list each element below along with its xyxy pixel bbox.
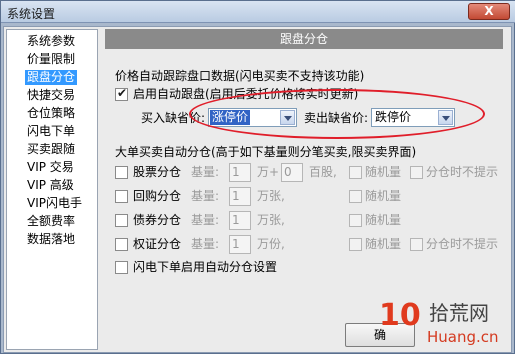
settings-nav: 系统参数 价量限制 跟盘分仓 快捷交易 仓位策略 闪电下单 买卖跟随 VIP 交… xyxy=(6,29,98,350)
watermark-en: Huang.cn xyxy=(427,328,499,346)
sell-default-price-select[interactable]: 跌停价 xyxy=(371,108,455,127)
repo-base-input[interactable]: 1 xyxy=(229,187,251,206)
stock-base-input[interactable]: 1 xyxy=(229,163,251,182)
warrant-split-checkbox[interactable] xyxy=(115,238,128,251)
nav-item-follow-split[interactable]: 跟盘分仓 xyxy=(25,70,78,85)
lightning-split-label: 闪电下单启用自动分仓设置 xyxy=(133,260,278,274)
bond-split-label: 债券分仓 xyxy=(133,213,182,227)
bond-random-label: 随机量 xyxy=(365,213,402,227)
repo-base-unit: 万张, xyxy=(257,189,285,203)
stock-split-checkbox[interactable] xyxy=(115,166,128,179)
warrant-no-prompt-label: 分仓时不提示 xyxy=(426,237,499,251)
stock-no-prompt-checkbox[interactable] xyxy=(410,166,423,179)
enable-auto-follow-label: 启用自动跟盘(启用后委托价格将实时更新) xyxy=(133,87,359,101)
repo-random-checkbox[interactable] xyxy=(349,190,362,203)
repo-base-label: 基量: xyxy=(191,189,220,203)
settings-window: 系统设置 X 系统参数 价量限制 跟盘分仓 快捷交易 仓位策略 闪电下单 买卖跟… xyxy=(0,0,515,354)
chevron-down-icon[interactable] xyxy=(438,110,453,125)
enable-auto-follow-checkbox[interactable] xyxy=(115,86,128,101)
warrant-base-unit: 万份, xyxy=(257,237,285,251)
nav-item-full-fee-rate[interactable]: 全额费率 xyxy=(25,214,77,229)
chevron-down-icon[interactable] xyxy=(280,110,295,125)
stock-split-label: 股票分仓 xyxy=(133,165,182,179)
stock-random-label: 随机量 xyxy=(365,165,402,179)
bond-base-input[interactable]: 1 xyxy=(229,211,251,230)
buy-default-price-label: 买入缺省价: xyxy=(141,111,206,125)
nav-item-position-strategy[interactable]: 仓位策略 xyxy=(25,106,77,121)
bond-split-checkbox[interactable] xyxy=(115,214,128,227)
repo-split-label: 回购分仓 xyxy=(133,189,182,203)
buy-default-price-select[interactable]: 涨停价 xyxy=(208,108,297,127)
sell-default-price-value: 跌停价 xyxy=(375,110,412,124)
buy-default-price-value: 涨停价 xyxy=(210,110,251,125)
warrant-random-label: 随机量 xyxy=(365,237,402,251)
watermark-cn: 拾荒网 xyxy=(429,301,489,325)
nav-item-data-storage[interactable]: 数据落地 xyxy=(25,232,77,247)
bond-base-label: 基量: xyxy=(191,213,220,227)
stock-extra-unit: 百股, xyxy=(309,165,337,179)
bond-base-unit: 万张, xyxy=(257,213,285,227)
nav-item-trade-follow[interactable]: 买卖跟随 xyxy=(25,142,77,157)
sell-default-price-label: 卖出缺省价: xyxy=(304,111,369,125)
split-section-label: 大单买卖自动分仓(高于如下基量则分笔买卖,限买卖界面) xyxy=(115,145,417,159)
repo-random-label: 随机量 xyxy=(365,189,402,203)
close-button[interactable]: X xyxy=(468,3,510,20)
auto-follow-section-label: 价格自动跟踪盘口数据(闪电买卖不支持该功能) xyxy=(115,69,365,83)
lightning-split-checkbox[interactable] xyxy=(115,261,128,274)
nav-item-vip-trade[interactable]: VIP 交易 xyxy=(25,160,76,175)
warrant-no-prompt-checkbox[interactable] xyxy=(410,238,423,251)
stock-random-checkbox[interactable] xyxy=(349,166,362,179)
bond-random-checkbox[interactable] xyxy=(349,214,362,227)
watermark: 10 拾荒网 Huang.cn xyxy=(379,299,515,354)
title-bar[interactable]: 系统设置 X xyxy=(1,1,515,23)
nav-item-vip-advanced[interactable]: VIP 高级 xyxy=(25,178,76,193)
stock-extra-input[interactable]: 0 xyxy=(281,163,303,182)
nav-item-lightning-order[interactable]: 闪电下单 xyxy=(25,124,77,139)
nav-item-price-volume-limit[interactable]: 价量限制 xyxy=(25,52,77,67)
repo-split-checkbox[interactable] xyxy=(115,190,128,203)
stock-base-label: 基量: xyxy=(191,165,220,179)
warrant-base-input[interactable]: 1 xyxy=(229,235,251,254)
nav-item-vip-lightning[interactable]: VIP闪电手 xyxy=(25,196,84,211)
stock-no-prompt-label: 分仓时不提示 xyxy=(426,165,499,179)
nav-item-system-params[interactable]: 系统参数 xyxy=(25,34,77,49)
nav-item-quick-trade[interactable]: 快捷交易 xyxy=(25,88,77,103)
watermark-badge: 10 xyxy=(379,298,421,333)
warrant-random-checkbox[interactable] xyxy=(349,238,362,251)
warrant-split-label: 权证分仓 xyxy=(133,237,182,251)
warrant-base-label: 基量: xyxy=(191,237,220,251)
stock-base-unit: 万+ xyxy=(257,165,280,179)
window-title: 系统设置 xyxy=(7,7,56,21)
panel-header: 跟盘分仓 xyxy=(105,29,503,49)
